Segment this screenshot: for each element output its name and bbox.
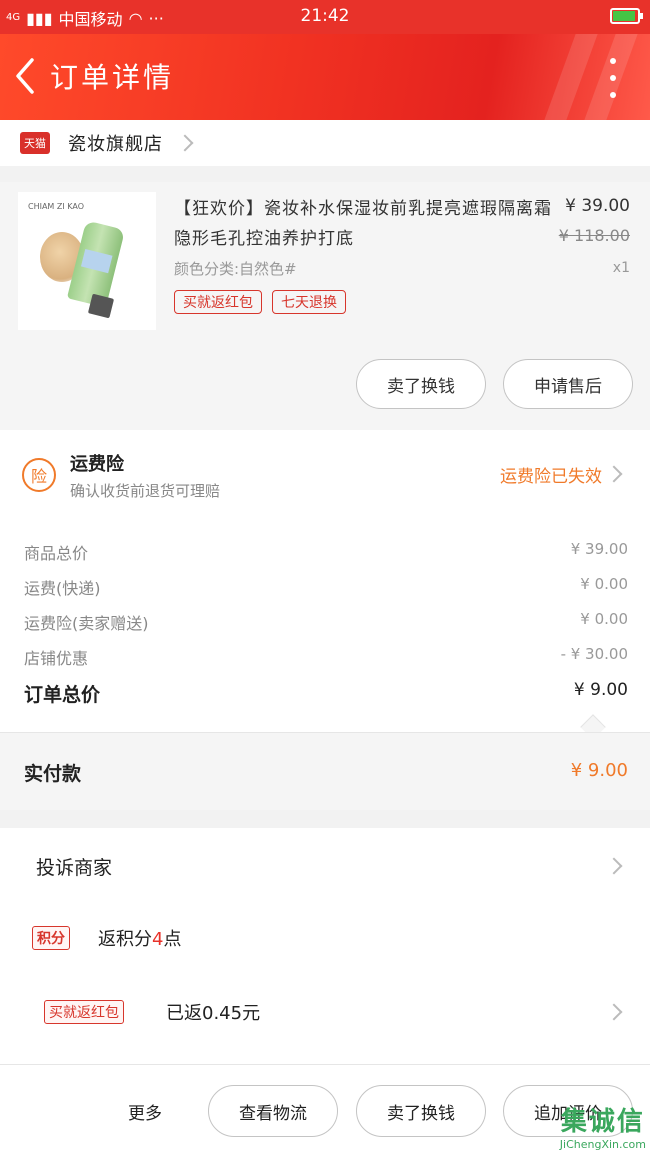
summary-label: 店铺优惠 (24, 649, 89, 668)
insurance-icon: 险 (22, 458, 56, 492)
action-list: 投诉商家 积分 返积分4点 买就返红包 已返0.45元 (0, 828, 650, 1064)
watermark: 集诚信 JiChengXin.com (560, 1101, 646, 1151)
product-quantity: x1 (612, 260, 630, 276)
tmall-badge: 天猫 (20, 132, 50, 154)
tag-seven-day-return: 七天退换 (272, 290, 346, 314)
actual-payment-label: 实付款 (24, 763, 82, 785)
complain-seller-label: 投诉商家 (36, 856, 113, 879)
summary-value: ¥ 0.00 (580, 610, 628, 628)
summary-row: 运费险(卖家赠送) ¥ 0.00 (24, 610, 628, 634)
battery-icon (610, 8, 643, 24)
product-image[interactable]: CHIAM ZI KAO (18, 192, 156, 330)
points-row: 积分 返积分4点 (0, 908, 650, 968)
chevron-right-icon (605, 465, 623, 483)
complain-seller-row[interactable]: 投诉商家 (0, 836, 650, 896)
bottom-action-bar: 更多 查看物流 卖了换钱 追加评价 集诚信 JiChengXin.com (0, 1064, 650, 1155)
redpacket-text: 已返0.45元 (166, 1003, 261, 1024)
points-badge: 积分 (32, 926, 70, 950)
product-tags: 买就返红包 七天退换 (174, 290, 346, 314)
product-original-price: ¥ 118.00 (558, 226, 630, 245)
store-name: 瓷妆旗舰店 (68, 134, 163, 155)
actual-payment: 实付款 ¥ 9.00 (0, 732, 650, 810)
apply-after-sale-button[interactable]: 申请售后 (503, 359, 633, 409)
page-title: 订单详情 (50, 61, 175, 94)
insurance-status: 运费险已失效 (500, 467, 602, 487)
insurance-title: 运费险 (70, 454, 124, 475)
insurance-description: 确认收货前退货可理赔 (70, 482, 221, 500)
status-bar: 4G ▮▮▮ 中国移动 ◠ ··· 21:42 (0, 0, 650, 34)
chevron-right-icon (605, 1003, 623, 1021)
summary-value: ¥ 39.00 (570, 540, 628, 558)
summary-row: 商品总价 ¥ 39.00 (24, 540, 628, 564)
summary-label: 运费(快递) (24, 579, 101, 598)
status-time: 21:42 (300, 6, 350, 26)
more-button[interactable]: 更多 (128, 1099, 162, 1124)
actual-payment-value: ¥ 9.00 (570, 760, 628, 781)
sell-for-cash-bottom-button[interactable]: 卖了换钱 (356, 1085, 486, 1137)
summary-row: 运费(快递) ¥ 0.00 (24, 575, 628, 599)
chevron-right-icon (605, 857, 623, 875)
redpacket-badge: 买就返红包 (44, 1000, 124, 1024)
product-sku: 颜色分类:自然色# (174, 260, 297, 278)
watermark-logo: 集诚信 (560, 1107, 645, 1137)
order-total-value: ¥ 9.00 (573, 680, 628, 700)
summary-value: - ¥ 30.00 (560, 645, 628, 663)
tag-redpacket: 买就返红包 (174, 290, 262, 314)
more-options-icon[interactable] (606, 58, 620, 98)
watermark-url: JiChengXin.com (559, 1138, 646, 1151)
order-total-row: 订单总价 ¥ 9.00 (24, 680, 628, 707)
price-summary: 商品总价 ¥ 39.00 运费(快递) ¥ 0.00 运费险(卖家赠送) ¥ 0… (0, 520, 650, 732)
points-text: 返积分4点 (98, 929, 182, 950)
product-price: ¥ 39.00 (565, 196, 630, 216)
chevron-right-icon (176, 134, 194, 152)
sell-for-cash-button[interactable]: 卖了换钱 (356, 359, 486, 409)
shipping-insurance-row[interactable]: 险 运费险 确认收货前退货可理赔 运费险已失效 (0, 430, 650, 520)
header: 订单详情 (0, 34, 650, 120)
product-title[interactable]: 【狂欢价】瓷妆补水保湿妆前乳提亮遮瑕隔离霜隐形毛孔控油养护打底 (174, 194, 552, 254)
summary-row: 店铺优惠 - ¥ 30.00 (24, 645, 628, 669)
product-card: CHIAM ZI KAO 【狂欢价】瓷妆补水保湿妆前乳提亮遮瑕隔离霜隐形毛孔控油… (0, 182, 650, 430)
summary-label: 运费险(卖家赠送) (24, 614, 149, 633)
order-total-label: 订单总价 (24, 684, 101, 706)
summary-value: ¥ 0.00 (580, 575, 628, 593)
redpacket-row[interactable]: 买就返红包 已返0.45元 (0, 982, 650, 1042)
back-arrow-icon (16, 58, 34, 94)
back-button[interactable] (10, 54, 44, 98)
store-bar[interactable]: 天猫 瓷妆旗舰店 (0, 120, 650, 166)
product-image-logo: CHIAM ZI KAO (28, 202, 84, 211)
view-logistics-button[interactable]: 查看物流 (208, 1085, 338, 1137)
summary-label: 商品总价 (24, 544, 89, 563)
